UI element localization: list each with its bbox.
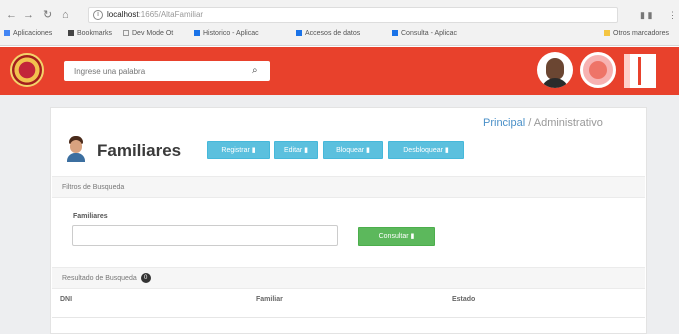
play-icon bbox=[392, 30, 398, 37]
forward-icon[interactable]: → bbox=[23, 6, 34, 24]
site-info-icon[interactable]: i bbox=[93, 10, 103, 20]
menu-icon[interactable]: ⋮ bbox=[668, 6, 677, 24]
results-section-title: Resultado de Busqueda bbox=[62, 275, 137, 282]
block-button[interactable]: Bloquear ▮ bbox=[323, 141, 383, 159]
breadcrumb-principal[interactable]: Principal bbox=[483, 117, 525, 129]
url-host: localhost bbox=[107, 10, 139, 19]
bookmark-bookmarks[interactable]: Bookmarks bbox=[68, 26, 112, 42]
extension-icon[interactable]: ▮ ▮ bbox=[640, 6, 652, 24]
consult-button[interactable]: Consultar ▮ bbox=[358, 227, 435, 246]
results-section-header: Resultado de Busqueda 0 bbox=[52, 267, 645, 289]
globe-icon[interactable] bbox=[580, 52, 616, 88]
address-bar[interactable]: i localhost:1665/AltaFamiliar bbox=[88, 7, 618, 23]
unblock-button[interactable]: Desbloquear ▮ bbox=[388, 141, 464, 159]
logo-emblem[interactable] bbox=[10, 53, 44, 87]
other-bookmarks[interactable]: Otros marcadores bbox=[604, 26, 669, 42]
page-title: Familiares bbox=[97, 141, 182, 160]
home-icon[interactable]: ⌂ bbox=[62, 6, 69, 24]
search-icon[interactable]: ⌕ bbox=[252, 65, 262, 77]
icon-head bbox=[70, 140, 82, 153]
breadcrumb: Principal / Administrativo bbox=[483, 117, 603, 129]
back-icon[interactable]: ← bbox=[6, 6, 17, 24]
breadcrumb-current: Administrativo bbox=[533, 117, 603, 129]
bookmark-devmode[interactable]: Dev Mode Ot bbox=[123, 26, 173, 42]
play-icon bbox=[296, 30, 302, 37]
avatar-face bbox=[546, 58, 564, 80]
bookmark-apps[interactable]: Aplicaciones bbox=[4, 26, 52, 42]
folder-icon bbox=[604, 30, 610, 37]
familiares-label: Familiares bbox=[73, 213, 108, 220]
page-icon bbox=[123, 30, 129, 37]
bookmark-consulta[interactable]: Consulta - Aplicac bbox=[392, 26, 457, 42]
url-path: :1665/AltaFamiliar bbox=[138, 10, 204, 19]
book-icon[interactable] bbox=[624, 54, 656, 88]
avatar-body bbox=[541, 78, 569, 88]
play-icon bbox=[194, 30, 200, 37]
search-input[interactable] bbox=[64, 61, 244, 82]
apps-icon bbox=[4, 30, 10, 37]
search-box: ⌕ bbox=[64, 61, 270, 82]
filter-section-header: Filtros de Busqueda bbox=[52, 176, 645, 198]
reload-icon[interactable]: ↻ bbox=[43, 6, 52, 24]
results-count-badge: 0 bbox=[140, 273, 151, 284]
table-divider bbox=[52, 317, 645, 318]
column-header-estado[interactable]: Estado bbox=[452, 296, 475, 303]
browser-chrome: ← → ↻ ⌂ i localhost:1665/AltaFamiliar ▮ … bbox=[0, 0, 679, 46]
edit-button[interactable]: Editar ▮ bbox=[274, 141, 318, 159]
column-header-familiar[interactable]: Familiar bbox=[256, 296, 283, 303]
breadcrumb-separator: / bbox=[525, 117, 534, 129]
familiares-field[interactable] bbox=[72, 225, 338, 246]
user-avatar[interactable] bbox=[537, 52, 573, 88]
bookmark-accesos[interactable]: Accesos de datos bbox=[296, 26, 360, 42]
bookmarks-bar: Aplicaciones Bookmarks Dev Mode Ot Histo… bbox=[0, 26, 679, 42]
star-icon bbox=[68, 30, 74, 37]
browser-url-row: ← → ↻ ⌂ i localhost:1665/AltaFamiliar ▮ … bbox=[0, 6, 679, 24]
icon-shirt bbox=[67, 153, 85, 162]
family-user-icon bbox=[66, 136, 86, 162]
bookmark-historico[interactable]: Historico - Aplicac bbox=[194, 26, 259, 42]
column-header-dni[interactable]: DNI bbox=[60, 296, 72, 303]
register-button[interactable]: Registrar ▮ bbox=[207, 141, 270, 159]
